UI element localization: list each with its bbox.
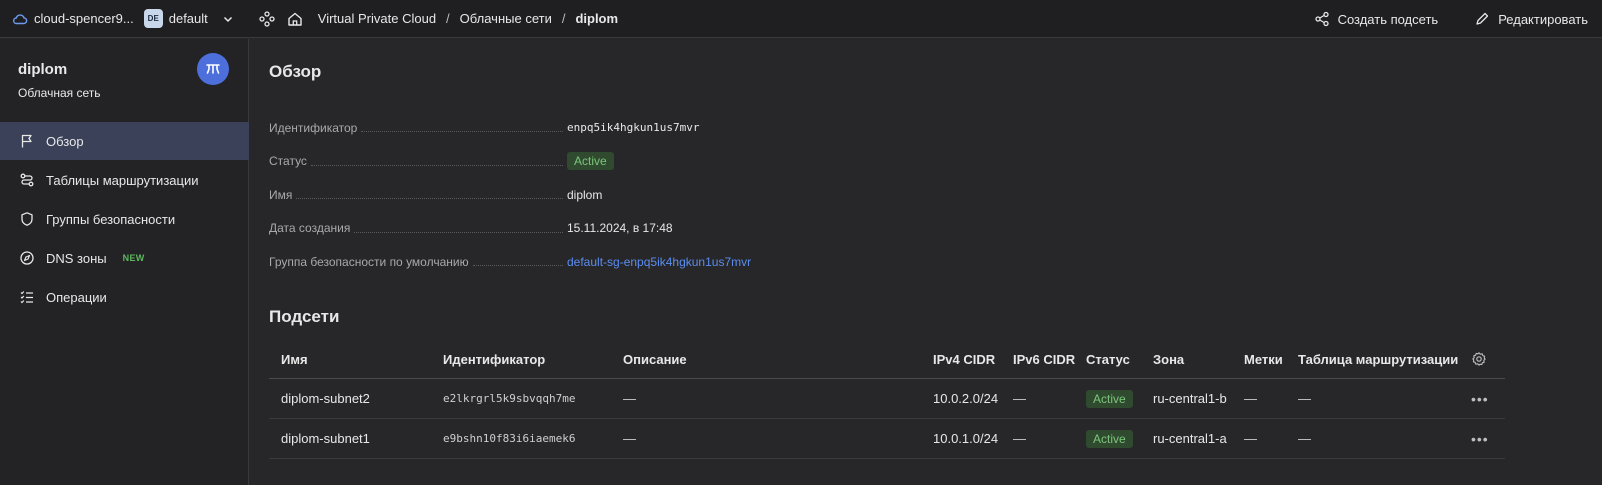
column-header-ipv6: IPv6 CIDR [1013, 351, 1076, 367]
breadcrumb-separator: / [446, 11, 450, 26]
flag-icon [18, 132, 36, 150]
table-row[interactable]: diplom-subnet1 e9bshn10f83i6iaemek6 — 10… [269, 419, 1505, 459]
new-badge: NEW [122, 253, 145, 263]
column-header-description: Описание [623, 351, 687, 367]
sidebar-item-label: Операции [46, 289, 107, 305]
property-label: Статус [269, 154, 307, 169]
sidebar: diplom Облачная сеть Обзор Таблицы маршр… [0, 39, 249, 485]
default-security-group-link[interactable]: default-sg-enpq5ik4hgkun1us7mvr [567, 255, 751, 269]
table-header: Имя Идентификатор Описание IPv4 CIDR IPv… [269, 340, 1505, 379]
property-row-status: Статус Active [269, 145, 1069, 179]
subnet-name[interactable]: diplom-subnet2 [281, 379, 370, 418]
column-header-id: Идентификатор [443, 351, 546, 367]
subnet-ipv4: 10.0.2.0/24 [933, 391, 999, 406]
edit-label: Редактировать [1498, 11, 1588, 27]
overview-heading: Обзор [269, 62, 322, 81]
gear-icon[interactable] [1471, 340, 1487, 378]
sidebar-item-label: Таблицы маршрутизации [46, 172, 199, 188]
checklist-icon [18, 288, 36, 306]
subnet-description: — [623, 431, 636, 446]
sidebar-item-overview[interactable]: Обзор [0, 122, 249, 160]
property-label: Идентификатор [269, 120, 358, 135]
cloud-name: cloud-spencer9... [34, 11, 134, 26]
status-badge: Active [1086, 389, 1133, 408]
subnet-id: e9bshn10f83i6iaemek6 [443, 432, 576, 445]
property-row-created: Дата создания 15.11.2024, в 17:48 [269, 212, 1069, 246]
column-header-route-table: Таблица маршрутизации [1298, 351, 1459, 367]
subnet-status: Active [1086, 379, 1133, 418]
subnet-status: Active [1086, 419, 1133, 458]
breadcrumb: Virtual Private Cloud / Облачные сети / … [318, 11, 618, 26]
edit-button[interactable]: Редактировать [1474, 11, 1588, 27]
table-row[interactable]: diplom-subnet2 e2lkrgrl5k9sbvqqh7me — 10… [269, 379, 1505, 419]
column-header-labels: Метки [1244, 351, 1283, 367]
subnet-labels: — [1244, 431, 1257, 446]
subnets-heading: Подсети [269, 307, 340, 326]
sidebar-subtitle: Облачная сеть [18, 86, 101, 100]
network-id-value: enpq5ik4hgkun1us7mvr [567, 121, 700, 135]
route-icon [18, 171, 36, 189]
sidebar-item-label: DNS зоны [46, 250, 107, 266]
column-header-status: Статус [1086, 351, 1130, 367]
subnet-description: — [623, 391, 636, 406]
cloud-icon [12, 11, 28, 27]
subnet-name[interactable]: diplom-subnet1 [281, 419, 370, 458]
sidebar-item-label: Группы безопасности [46, 211, 176, 227]
sidebar-nav: Обзор Таблицы маршрутизации Группы безоп… [0, 122, 249, 317]
folder-badge: DE [143, 9, 163, 28]
breadcrumb-current: diplom [575, 11, 619, 26]
top-bar: cloud-spencer9... DE default Virtual Pri… [0, 0, 1602, 38]
subnet-ipv6: — [1013, 431, 1026, 446]
services-icon[interactable] [258, 10, 276, 28]
subnet-route-table: — [1298, 391, 1311, 406]
chevron-down-icon [222, 13, 234, 25]
subnet-ipv6: — [1013, 391, 1026, 406]
overview-properties: Идентификатор enpq5ik4hgkun1us7mvr Стату… [269, 111, 1069, 279]
sidebar-item-route-tables[interactable]: Таблицы маршрутизации [0, 161, 249, 199]
main-content: Обзор Идентификатор enpq5ik4hgkun1us7mvr… [250, 39, 1602, 485]
property-row-security-group: Группа безопасности по умолчанию default… [269, 245, 1069, 279]
create-subnet-label: Создать подсеть [1337, 11, 1439, 27]
property-row-id: Идентификатор enpq5ik4hgkun1us7mvr [269, 111, 1069, 145]
breadcrumb-vpc[interactable]: Virtual Private Cloud [318, 11, 436, 26]
subnet-route-table: — [1298, 431, 1311, 446]
cloud-selector[interactable]: cloud-spencer9... [12, 11, 134, 27]
breadcrumb-separator: / [561, 11, 566, 26]
status-badge: Active [1086, 429, 1133, 448]
created-date-value: 15.11.2024, в 17:48 [567, 221, 673, 236]
property-row-name: Имя diplom [269, 178, 1069, 212]
shield-icon [18, 210, 36, 228]
more-actions-icon[interactable]: ••• [1471, 379, 1489, 418]
subnet-ipv4: 10.0.1.0/24 [933, 431, 999, 446]
sidebar-item-dns-zones[interactable]: DNS зоны NEW [0, 239, 249, 277]
more-actions-icon[interactable]: ••• [1471, 419, 1489, 458]
folder-name: default [168, 11, 208, 26]
sidebar-title: diplom [18, 61, 68, 78]
create-subnet-button[interactable]: Создать подсеть [1314, 11, 1439, 27]
subnet-labels: — [1244, 391, 1257, 406]
subnet-zone: ru-central1-b [1153, 391, 1227, 406]
compass-icon [18, 249, 36, 267]
column-header-zone: Зона [1153, 351, 1185, 367]
subnet-id: e2lkrgrl5k9sbvqqh7me [443, 392, 576, 405]
sidebar-item-security-groups[interactable]: Группы безопасности [0, 200, 249, 238]
sidebar-item-operations[interactable]: Операции [0, 278, 249, 316]
status-badge: Active [567, 152, 614, 171]
property-label: Дата создания [269, 221, 351, 236]
home-icon[interactable] [286, 10, 304, 28]
property-label: Группа безопасности по умолчанию [269, 254, 469, 269]
subnets-table: Имя Идентификатор Описание IPv4 CIDR IPv… [269, 340, 1505, 459]
property-label: Имя [269, 187, 293, 202]
column-header-name: Имя [281, 351, 308, 367]
subnet-icon [1314, 11, 1330, 27]
subnet-zone: ru-central1-a [1153, 431, 1227, 446]
folder-selector[interactable]: DE default [143, 9, 234, 28]
sidebar-item-label: Обзор [46, 133, 84, 149]
pencil-icon [1474, 11, 1490, 27]
network-avatar-icon [197, 53, 229, 85]
network-name-value: diplom [567, 187, 603, 202]
breadcrumb-networks[interactable]: Облачные сети [460, 11, 552, 26]
column-header-ipv4: IPv4 CIDR [933, 351, 996, 367]
